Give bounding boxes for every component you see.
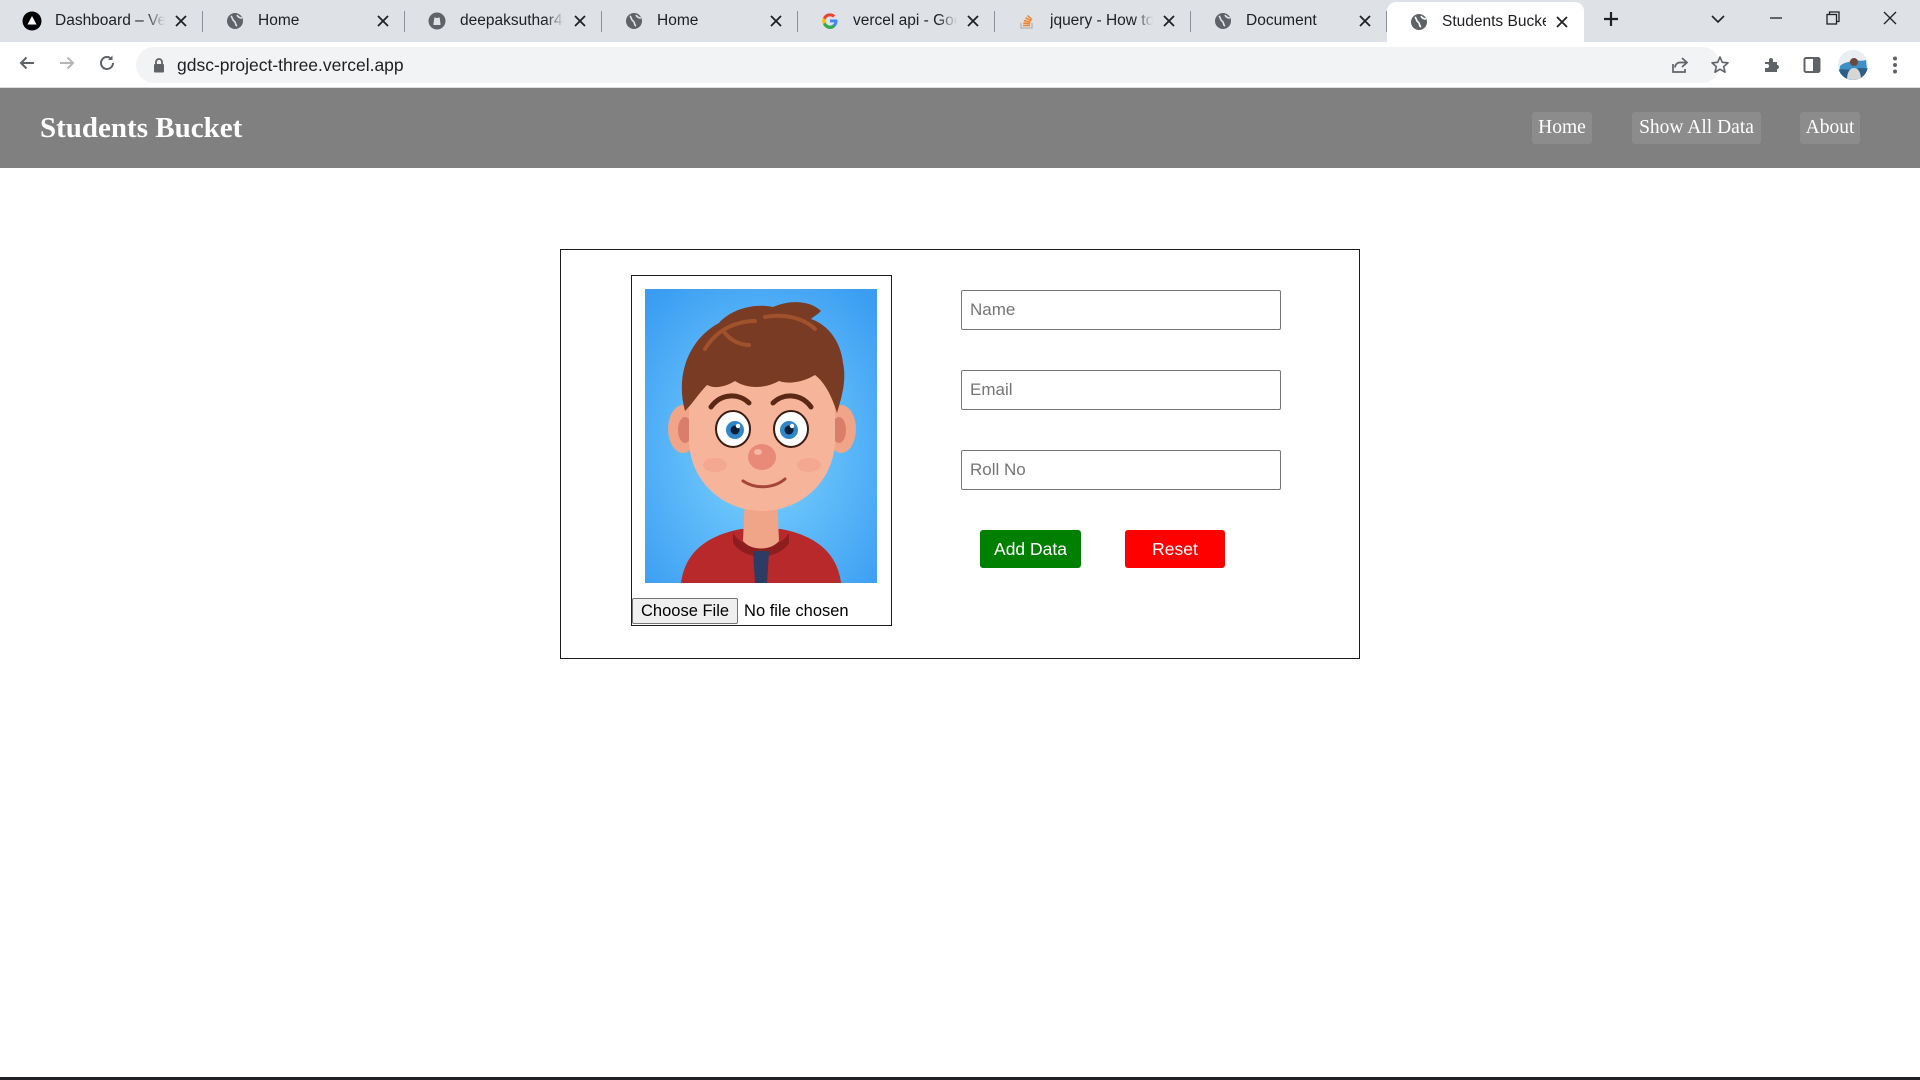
menu-dots-icon[interactable]	[1882, 52, 1908, 78]
browser-tab[interactable]: Home	[203, 0, 405, 42]
browser-toolbar: gdsc-project-three.vercel.app	[0, 42, 1920, 88]
share-icon[interactable]	[1668, 53, 1692, 77]
close-tab-icon[interactable]	[570, 11, 590, 31]
roll-no-input[interactable]	[961, 450, 1281, 490]
site-header: Students Bucket Home Show All Data About	[0, 88, 1920, 168]
tab-search-button[interactable]	[1690, 0, 1746, 40]
google-icon	[820, 11, 840, 31]
photo-upload-frame: Choose File No file chosen	[631, 275, 892, 626]
student-photo	[645, 289, 877, 583]
browser-tab[interactable]: deepaksuthar401	[405, 0, 602, 42]
reset-button[interactable]: Reset	[1125, 530, 1225, 568]
tab-title: jquery - How to load	[1050, 12, 1153, 29]
address-bar[interactable]: gdsc-project-three.vercel.app	[136, 47, 1729, 83]
close-icon	[1883, 11, 1897, 30]
student-form-card: Choose File No file chosen Add Data Rese…	[560, 249, 1360, 659]
profile-avatar[interactable]	[1838, 50, 1868, 80]
close-tab-icon[interactable]	[1355, 11, 1375, 31]
globe-icon	[624, 11, 644, 31]
nav-home-link[interactable]: Home	[1532, 112, 1592, 144]
url-text[interactable]: gdsc-project-three.vercel.app	[177, 47, 404, 83]
browser-tab[interactable]: Dashboard – Vercel	[0, 0, 203, 42]
browser-tab[interactable]: Document	[1191, 0, 1387, 42]
minimize-button[interactable]	[1748, 0, 1804, 40]
side-panel-icon[interactable]	[1799, 52, 1825, 78]
chevron-down-icon	[1710, 11, 1726, 29]
reload-icon	[97, 53, 117, 78]
globe-icon	[1213, 11, 1233, 31]
restore-button[interactable]	[1805, 0, 1861, 40]
bookmark-star-icon[interactable]	[1708, 53, 1732, 77]
globe-icon	[225, 11, 245, 31]
add-data-button[interactable]: Add Data	[980, 530, 1081, 568]
tab-title: Document	[1246, 12, 1317, 29]
minimize-icon	[1769, 11, 1783, 30]
browser-tab[interactable]: vercel api - Google	[798, 0, 995, 42]
browser-tab[interactable]: jquery - How to load	[995, 0, 1191, 42]
close-tab-icon[interactable]	[1159, 11, 1179, 31]
nav-show-all-data-link[interactable]: Show All Data	[1632, 112, 1761, 144]
vercel-icon	[22, 11, 42, 31]
site-brand[interactable]: Students Bucket	[40, 88, 242, 168]
extensions-puzzle-icon[interactable]	[1759, 52, 1785, 78]
close-tab-icon[interactable]	[1552, 12, 1572, 32]
tab-title: deepaksuthar401	[460, 12, 564, 29]
nav-about-link[interactable]: About	[1800, 112, 1860, 144]
tab-title: Dashboard – Vercel	[55, 12, 165, 29]
file-input[interactable]: Choose File No file chosen	[632, 598, 849, 624]
plus-icon	[1602, 10, 1620, 33]
close-tab-icon[interactable]	[171, 11, 191, 31]
close-window-button[interactable]	[1862, 0, 1918, 40]
reload-button[interactable]	[90, 48, 124, 82]
back-button[interactable]	[10, 48, 44, 82]
forward-button[interactable]	[50, 48, 84, 82]
close-tab-icon[interactable]	[373, 11, 393, 31]
browser-tab-active[interactable]: Students Bucket	[1387, 2, 1584, 42]
file-status-text: No file chosen	[744, 601, 849, 620]
name-input[interactable]	[961, 290, 1281, 330]
lock-icon[interactable]	[150, 56, 168, 74]
stackoverflow-icon	[1017, 11, 1037, 31]
new-tab-button[interactable]	[1594, 5, 1628, 37]
close-tab-icon[interactable]	[766, 11, 786, 31]
tab-title: Home	[657, 12, 699, 29]
browser-tab-strip: Dashboard – Vercel Home deepaksuthar401 …	[0, 0, 1920, 42]
restore-icon	[1826, 10, 1840, 30]
forward-arrow-icon	[57, 53, 77, 78]
github-icon	[427, 11, 447, 31]
choose-file-button[interactable]: Choose File	[632, 598, 739, 624]
tab-title: Students Bucket	[1442, 13, 1546, 30]
back-arrow-icon	[17, 53, 37, 78]
close-tab-icon[interactable]	[963, 11, 983, 31]
email-input[interactable]	[961, 370, 1281, 410]
browser-tab[interactable]: Home	[602, 0, 798, 42]
tab-title: Home	[258, 12, 300, 29]
tab-title: vercel api - Google	[853, 12, 957, 29]
globe-icon	[1409, 12, 1429, 32]
